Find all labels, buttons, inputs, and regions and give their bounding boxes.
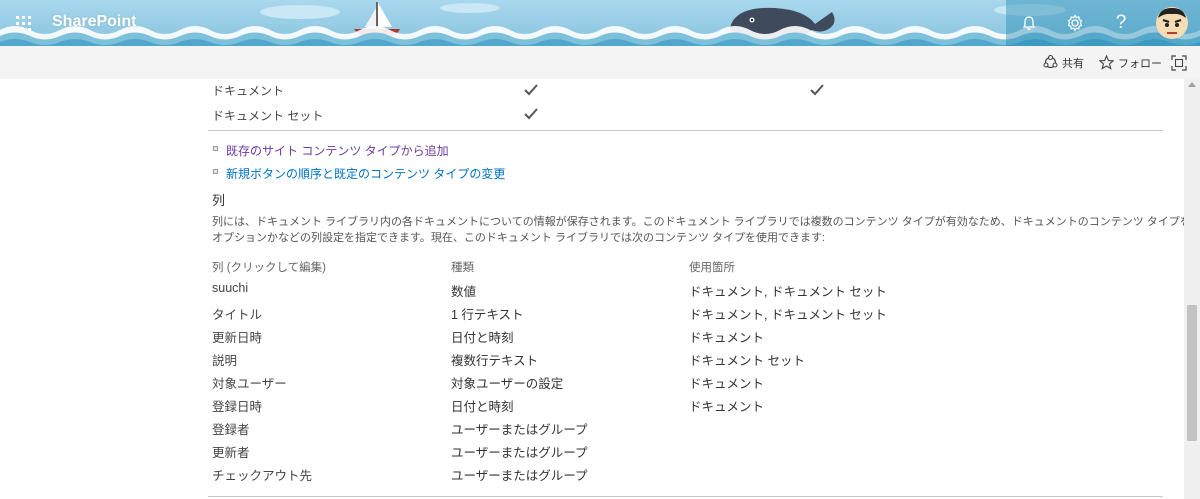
suite-bar-right-actions: ? xyxy=(1006,0,1200,46)
check-icon xyxy=(524,108,538,120)
columns-section-title: 列 xyxy=(212,193,226,208)
column-header-used-in: 使用箇所 xyxy=(689,262,735,274)
vertical-scrollbar[interactable] xyxy=(1184,79,1200,499)
star-icon xyxy=(1099,55,1114,70)
share-label: 共有 xyxy=(1062,57,1084,70)
columns-description-line2: オプションかなどの列設定を指定できます。現在、このドキュメント ライブラリでは次… xyxy=(212,232,826,244)
share-button[interactable]: 共有 xyxy=(1043,46,1084,79)
column-name-link[interactable]: 対象ユーザー xyxy=(212,373,287,392)
column-header-name: 列 (クリックして編集) xyxy=(212,262,327,274)
scroll-up-icon[interactable] xyxy=(1188,82,1196,87)
help-button[interactable]: ? xyxy=(1098,0,1144,46)
content-type-name[interactable]: ドキュメント xyxy=(212,82,284,99)
column-type: 複数行テキスト xyxy=(451,354,539,368)
content-type-name[interactable]: ドキュメント セット xyxy=(212,107,323,124)
columns-description-line1: 列には、ドキュメント ライブラリ内の各ドキュメントについての情報が保存されます。… xyxy=(212,216,1184,228)
help-icon: ? xyxy=(1115,12,1127,33)
change-new-button-order-link[interactable]: 新規ボタンの順序と既定のコンテンツ タイプの変更 xyxy=(226,165,505,182)
column-used-in: ドキュメント xyxy=(689,400,765,414)
column-name-link[interactable]: チェックアウト先 xyxy=(212,465,312,484)
suite-bar: SharePoint ? xyxy=(0,0,1200,46)
avatar xyxy=(1156,7,1188,39)
column-name-link[interactable]: 更新日時 xyxy=(212,327,262,346)
account-avatar-button[interactable] xyxy=(1144,0,1200,46)
gear-icon xyxy=(1067,14,1083,32)
settings-button[interactable] xyxy=(1052,0,1098,46)
column-type: 日付と時刻 xyxy=(451,331,514,345)
column-type: 日付と時刻 xyxy=(451,400,514,414)
column-name-link[interactable]: suuchi xyxy=(212,281,248,295)
focus-mode-icon xyxy=(1171,54,1187,71)
follow-label: フォロー xyxy=(1118,57,1162,70)
column-name-link[interactable]: 説明 xyxy=(212,350,237,369)
column-type: ユーザーまたはグループ xyxy=(451,469,588,483)
bullet-icon xyxy=(213,169,218,174)
command-bar: 共有 フォロー xyxy=(0,46,1200,79)
column-used-in: ドキュメント, ドキュメント セット xyxy=(689,308,887,322)
column-used-in: ドキュメント xyxy=(689,377,765,391)
library-settings-content: ドキュメント ドキュメント セット 既存のサイト コンテンツ タイプから追加 新… xyxy=(0,79,1184,499)
suite-brand-title[interactable]: SharePoint xyxy=(52,13,136,31)
column-used-in: ドキュメント, ドキュメント セット xyxy=(689,285,887,299)
column-type: 数値 xyxy=(451,285,477,299)
add-from-existing-content-type-link[interactable]: 既存のサイト コンテンツ タイプから追加 xyxy=(226,142,449,159)
waffle-icon xyxy=(15,15,31,31)
app-launcher-button[interactable] xyxy=(0,0,46,46)
column-type: 1 行テキスト xyxy=(451,308,524,322)
column-name-link[interactable]: タイトル xyxy=(212,304,262,323)
section-divider xyxy=(208,496,1163,497)
column-used-in: ドキュメント xyxy=(689,331,765,345)
notifications-button[interactable] xyxy=(1006,0,1052,46)
column-header-type: 種類 xyxy=(451,262,474,274)
column-type: ユーザーまたはグループ xyxy=(451,446,588,460)
column-type: 対象ユーザーの設定 xyxy=(451,377,564,391)
section-divider xyxy=(208,130,1163,131)
column-name-link[interactable]: 登録者 xyxy=(212,419,250,438)
bell-icon xyxy=(1022,16,1036,30)
column-name-link[interactable]: 更新者 xyxy=(212,442,250,461)
column-name-link[interactable]: 登録日時 xyxy=(212,396,262,415)
share-icon xyxy=(1043,55,1058,69)
bullet-icon xyxy=(213,146,218,151)
column-type: ユーザーまたはグループ xyxy=(451,423,588,437)
check-icon xyxy=(810,84,824,96)
focus-mode-button[interactable] xyxy=(1171,46,1191,79)
check-icon xyxy=(524,84,538,96)
column-used-in: ドキュメント セット xyxy=(689,354,805,368)
follow-button[interactable]: フォロー xyxy=(1099,46,1162,79)
scrollbar-thumb[interactable] xyxy=(1187,305,1197,441)
